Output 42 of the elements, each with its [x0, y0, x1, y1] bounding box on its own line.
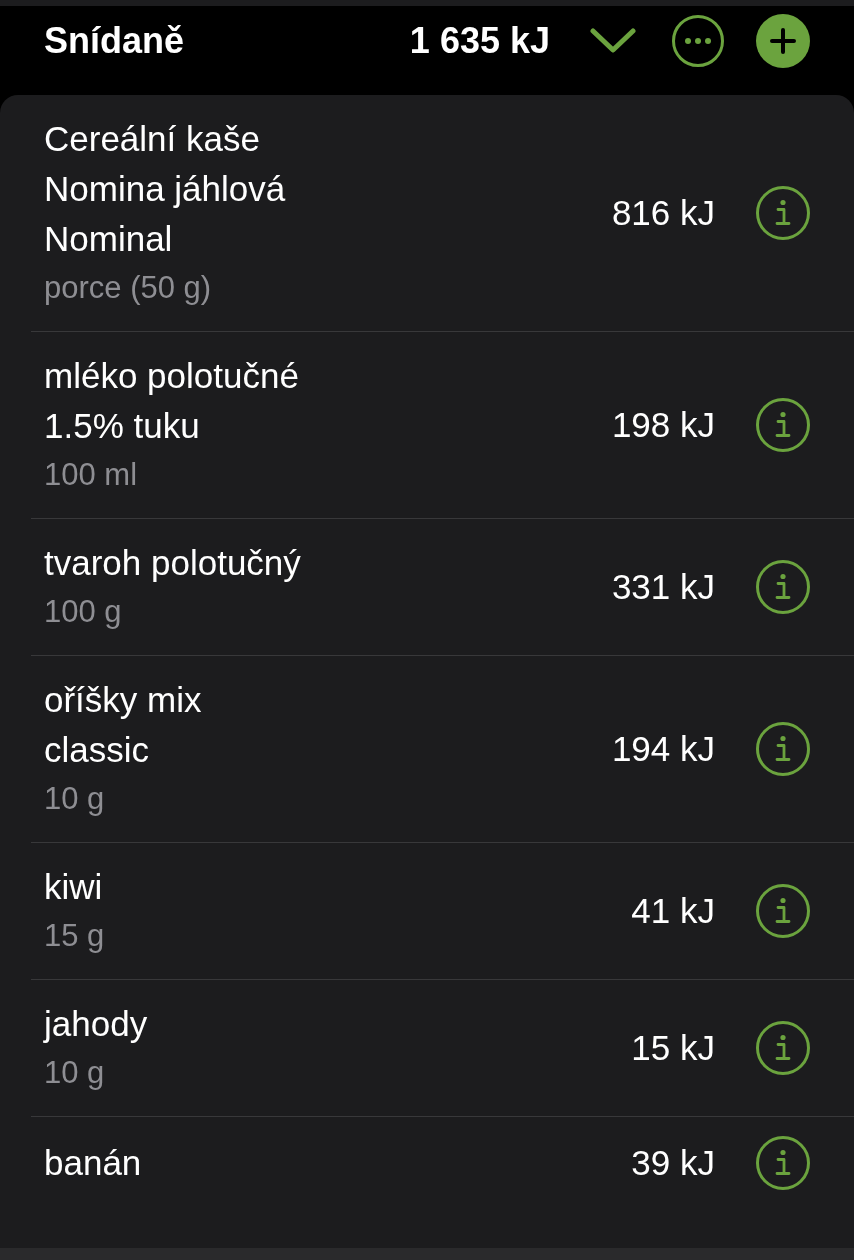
info-button[interactable]	[756, 398, 810, 452]
food-amount: 100 g	[44, 593, 122, 631]
info-icon	[756, 1021, 810, 1075]
info-button[interactable]	[756, 884, 810, 938]
more-button[interactable]	[672, 15, 724, 67]
food-energy: 331 kJ	[611, 566, 715, 608]
meal-title: Snídaně	[44, 19, 186, 63]
info-button[interactable]	[756, 722, 810, 776]
info-icon	[756, 560, 810, 614]
food-amount: 100 ml	[44, 456, 138, 494]
food-amount: 10 g	[44, 1054, 105, 1092]
food-name: jahody	[44, 1003, 148, 1045]
food-name: Cereální kaše Nomina jáhlová Nominal	[44, 118, 286, 260]
info-icon	[756, 1136, 810, 1190]
food-amount: 10 g	[44, 780, 105, 818]
info-button[interactable]	[756, 1136, 810, 1190]
info-icon	[756, 722, 810, 776]
food-energy: 816 kJ	[611, 192, 715, 234]
food-name: tvaroh polotučný	[44, 542, 301, 584]
info-icon	[756, 884, 810, 938]
food-name: oříšky mix classic	[44, 679, 202, 771]
food-amount: 15 g	[44, 917, 105, 955]
collapse-button[interactable]	[590, 28, 636, 54]
food-energy: 41 kJ	[631, 890, 715, 932]
add-button[interactable]	[756, 14, 810, 68]
info-icon	[756, 398, 810, 452]
food-energy: 15 kJ	[631, 1027, 715, 1069]
food-name: mléko polotučné 1.5% tuku	[44, 355, 299, 447]
food-amount: porce (50 g)	[44, 269, 212, 307]
info-button[interactable]	[756, 186, 810, 240]
info-button[interactable]	[756, 560, 810, 614]
info-icon	[756, 186, 810, 240]
food-name: kiwi	[44, 866, 103, 908]
chevron-down-icon	[590, 28, 636, 54]
food-energy: 198 kJ	[611, 404, 715, 446]
meal-energy-total: 1 635 kJ	[409, 19, 550, 63]
food-name: banán	[44, 1142, 142, 1184]
plus-icon	[756, 14, 810, 68]
food-energy: 39 kJ	[631, 1142, 715, 1184]
ellipsis-circle-icon	[672, 15, 724, 67]
info-button[interactable]	[756, 1021, 810, 1075]
food-energy: 194 kJ	[611, 728, 715, 770]
